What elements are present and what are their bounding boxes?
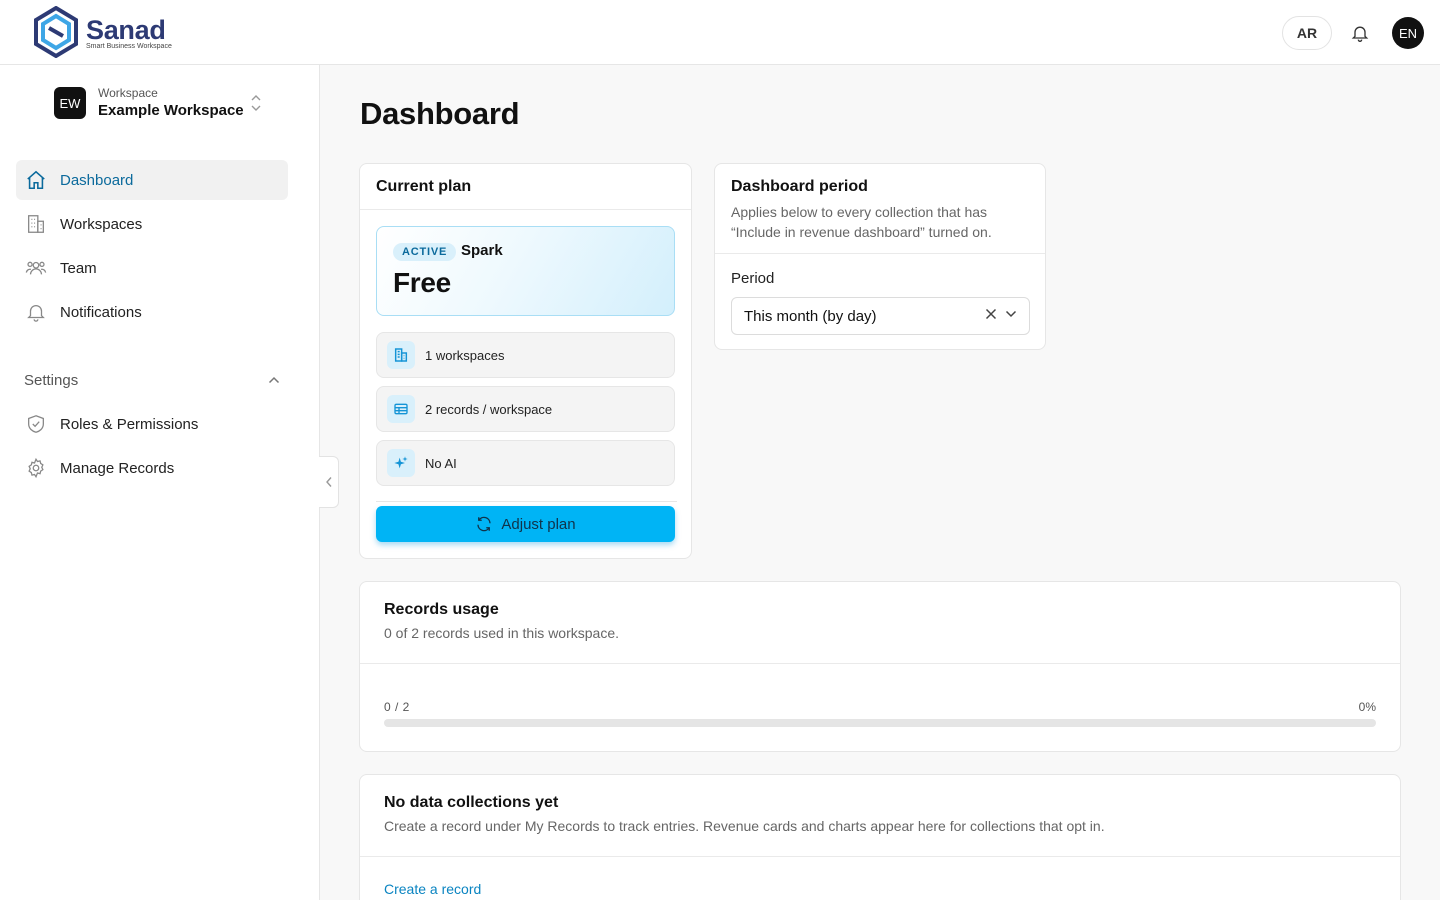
sidebar-item-label: Notifications xyxy=(60,303,142,321)
main-nav: Dashboard Workspaces Team Notifications xyxy=(16,160,288,336)
collections-empty-description: Create a record under My Records to trac… xyxy=(384,818,1105,834)
plan-feature-label: No AI xyxy=(425,455,457,471)
workspace-switcher[interactable]: EW Workspace Example Workspace xyxy=(54,85,274,121)
chevron-up-down-icon xyxy=(251,95,261,111)
create-record-link[interactable]: Create a record xyxy=(384,881,481,897)
settings-section-toggle[interactable]: Settings xyxy=(24,365,280,395)
data-collections-card: No data collections yet Create a record … xyxy=(359,774,1401,900)
period-card-title: Dashboard period xyxy=(731,178,868,195)
chevron-down-icon[interactable] xyxy=(1005,310,1017,318)
chevron-left-icon xyxy=(325,477,332,487)
chevron-up-icon xyxy=(268,376,280,384)
sidebar: EW Workspace Example Workspace Dashboard… xyxy=(0,65,320,900)
period-select[interactable]: This month (by day) xyxy=(731,297,1030,335)
settings-label: Settings xyxy=(24,371,79,389)
plan-name: Spark xyxy=(461,242,503,259)
sidebar-collapse-button[interactable] xyxy=(319,456,339,508)
period-card-description: Applies below to every collection that h… xyxy=(731,204,992,240)
gear-icon xyxy=(24,456,48,480)
plan-feature-label: 1 workspaces xyxy=(425,347,505,363)
current-plan-card: Current plan ACTIVE Spark Free 1 workspa… xyxy=(359,163,692,559)
brand-tagline: Smart Business Workspace xyxy=(86,42,172,50)
usage-title: Records usage xyxy=(384,601,499,618)
period-field-label: Period xyxy=(731,270,775,287)
hexagon-logo-icon xyxy=(34,6,78,58)
current-plan-title: Current plan xyxy=(360,164,691,210)
users-icon xyxy=(24,256,48,280)
refresh-icon xyxy=(477,516,492,532)
sidebar-item-label: Workspaces xyxy=(60,215,143,233)
period-select-value: This month (by day) xyxy=(744,307,877,325)
usage-count: 0 / 2 xyxy=(384,700,410,714)
plan-summary: ACTIVE Spark Free xyxy=(376,226,675,316)
building-icon xyxy=(387,341,415,369)
workspace-avatar: EW xyxy=(54,87,86,119)
settings-nav: Roles & Permissions Manage Records xyxy=(16,404,288,492)
adjust-plan-label: Adjust plan xyxy=(501,515,576,533)
usage-progress-bar xyxy=(384,719,1376,727)
divider xyxy=(376,501,677,502)
collections-empty-title: No data collections yet xyxy=(384,794,559,811)
plan-feature-label: 2 records / workspace xyxy=(425,401,553,417)
sidebar-item-manage-records[interactable]: Manage Records xyxy=(16,448,288,488)
plan-feature-records: 2 records / workspace xyxy=(376,386,675,432)
sidebar-item-team[interactable]: Team xyxy=(16,248,288,288)
dashboard-period-card: Dashboard period Applies below to every … xyxy=(714,163,1046,350)
sidebar-item-dashboard[interactable]: Dashboard xyxy=(16,160,288,200)
workspace-label: Workspace xyxy=(98,85,158,100)
shield-check-icon xyxy=(24,412,48,436)
home-icon xyxy=(24,168,48,192)
clear-icon[interactable] xyxy=(985,308,997,320)
workspace-name: Example Workspace xyxy=(98,101,244,119)
plan-feature-workspaces: 1 workspaces xyxy=(376,332,675,378)
status-badge: ACTIVE xyxy=(393,243,457,261)
adjust-plan-button[interactable]: Adjust plan xyxy=(376,506,675,542)
usage-percent: 0% xyxy=(1358,700,1376,714)
bell-icon[interactable] xyxy=(1348,21,1372,45)
user-avatar[interactable]: EN xyxy=(1392,17,1424,49)
building-icon xyxy=(24,212,48,236)
plan-feature-ai: No AI xyxy=(376,440,675,486)
brand-logo[interactable]: Sanad Smart Business Workspace xyxy=(32,6,172,58)
sidebar-item-label: Manage Records xyxy=(60,459,175,477)
top-header: Sanad Smart Business Workspace AR EN xyxy=(0,0,1440,65)
brand-name: Sanad xyxy=(86,14,166,45)
usage-description: 0 of 2 records used in this workspace. xyxy=(384,625,620,641)
sidebar-item-notifications[interactable]: Notifications xyxy=(16,292,288,332)
language-toggle-button[interactable]: AR xyxy=(1282,16,1332,50)
sparkles-icon xyxy=(387,449,415,477)
sidebar-item-label: Dashboard xyxy=(60,171,134,189)
sidebar-item-label: Team xyxy=(60,259,97,277)
table-icon xyxy=(387,395,415,423)
sidebar-item-workspaces[interactable]: Workspaces xyxy=(16,204,288,244)
sidebar-item-label: Roles & Permissions xyxy=(60,415,199,433)
page-title: Dashboard xyxy=(360,96,520,131)
plan-price: Free xyxy=(393,267,451,298)
sidebar-item-roles-permissions[interactable]: Roles & Permissions xyxy=(16,404,288,444)
bell-icon xyxy=(24,300,48,324)
records-usage-card: Records usage 0 of 2 records used in thi… xyxy=(359,581,1401,752)
